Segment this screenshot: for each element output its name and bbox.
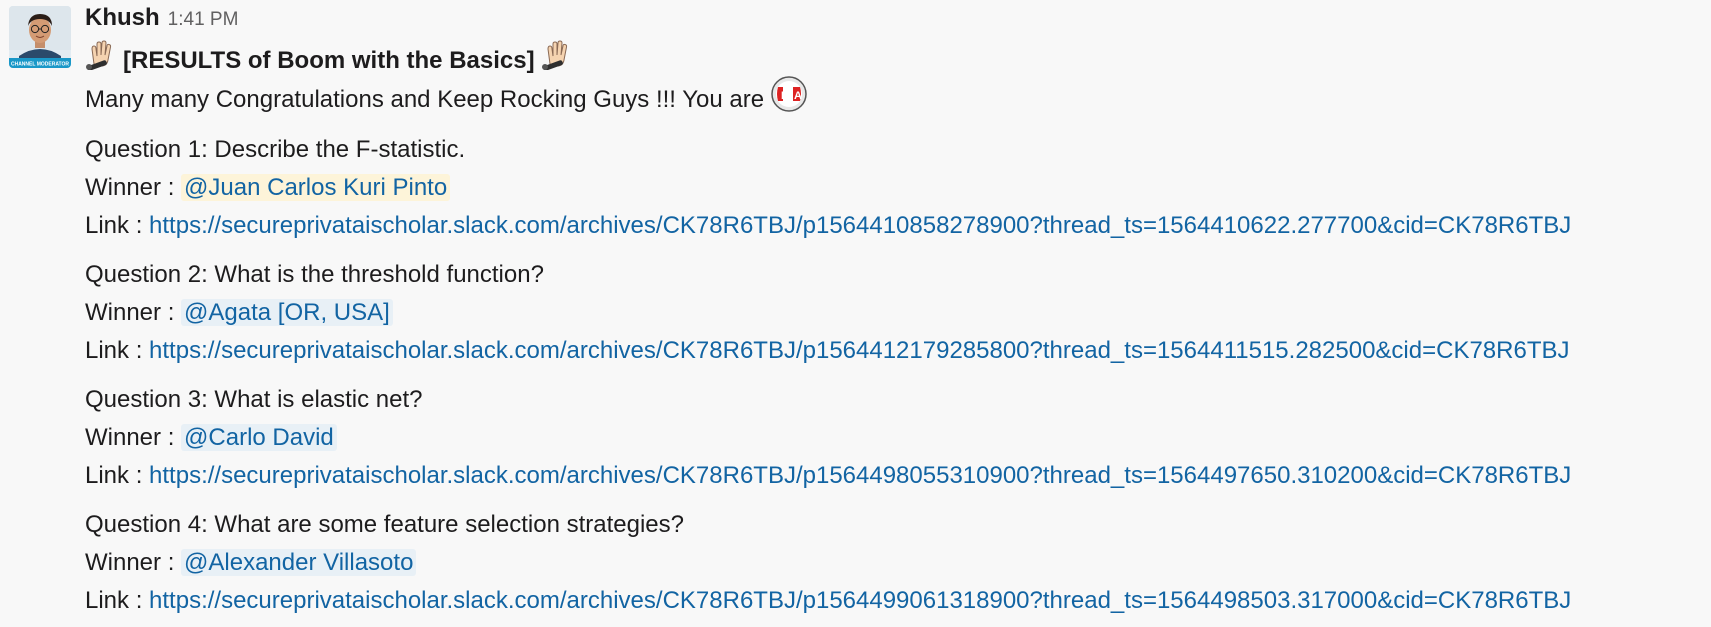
thread-link[interactable]: https://secureprivataischolar.slack.com/…	[149, 462, 1571, 489]
svg-text:A: A	[794, 90, 802, 102]
message: CHANNEL MODERATOR Khush 1:41 PM [RESULTS…	[0, 0, 1711, 627]
link-label: Link :	[85, 462, 150, 489]
intro-text: Many many Congratulations and Keep Rocki…	[85, 86, 765, 113]
link-line: Link : https://secureprivataischolar.sla…	[85, 332, 1701, 370]
avatar-badge: CHANNEL MODERATOR	[11, 62, 69, 68]
avatar[interactable]: CHANNEL MODERATOR	[9, 6, 71, 68]
link-line: Link : https://secureprivataischolar.sla…	[85, 457, 1701, 495]
message-content: Khush 1:41 PM [RESULTS of Boom with the …	[85, 0, 1701, 620]
thread-link[interactable]: https://secureprivataischolar.slack.com/…	[149, 587, 1571, 614]
link-label: Link :	[85, 587, 150, 614]
question-block: Question 4: What are some feature select…	[85, 506, 1701, 620]
winner-line: Winner : @Carlo David	[85, 419, 1701, 457]
winner-label: Winner :	[85, 424, 182, 451]
link-line: Link : https://secureprivataischolar.sla…	[85, 207, 1701, 245]
sender-name[interactable]: Khush	[85, 4, 160, 32]
question-text: Question 4: What are some feature select…	[85, 511, 684, 538]
raised-hand-icon	[85, 40, 117, 82]
ea-ball-icon: E A	[770, 75, 808, 125]
question-text: Question 3: What is elastic net?	[85, 386, 423, 413]
message-title: [RESULTS of Boom with the Basics]	[85, 40, 1701, 82]
message-header: Khush 1:41 PM	[85, 0, 1701, 42]
link-label: Link :	[85, 212, 150, 239]
svg-text:E: E	[781, 90, 788, 102]
question-block: Question 3: What is elastic net? Winner …	[85, 381, 1701, 495]
winner-label: Winner :	[85, 549, 182, 576]
question-block: Question 1: Describe the F-statistic. Wi…	[85, 131, 1701, 245]
link-line: Link : https://secureprivataischolar.sla…	[85, 582, 1701, 620]
question-text: Question 2: What is the threshold functi…	[85, 261, 544, 288]
user-mention[interactable]: @Alexander Villasoto	[181, 549, 417, 576]
winner-line: Winner : @Alexander Villasoto	[85, 544, 1701, 582]
winner-label: Winner :	[85, 299, 182, 326]
user-mention[interactable]: @Agata [OR, USA]	[181, 299, 393, 326]
user-mention[interactable]: @Carlo David	[181, 424, 337, 451]
raised-hand-icon	[541, 40, 573, 82]
title-text: [RESULTS of Boom with the Basics]	[123, 47, 535, 74]
winner-line: Winner : @Agata [OR, USA]	[85, 294, 1701, 332]
question-block: Question 2: What is the threshold functi…	[85, 256, 1701, 370]
winner-line: Winner : @Juan Carlos Kuri Pinto	[85, 169, 1701, 207]
user-mention[interactable]: @Juan Carlos Kuri Pinto	[181, 174, 451, 201]
intro-line: Many many Congratulations and Keep Rocki…	[85, 76, 1701, 120]
avatar-image: CHANNEL MODERATOR	[9, 6, 71, 68]
message-timestamp[interactable]: 1:41 PM	[168, 9, 239, 31]
thread-link[interactable]: https://secureprivataischolar.slack.com/…	[149, 337, 1569, 364]
thread-link[interactable]: https://secureprivataischolar.slack.com/…	[149, 212, 1571, 239]
winner-label: Winner :	[85, 174, 182, 201]
question-text: Question 1: Describe the F-statistic.	[85, 136, 466, 163]
link-label: Link :	[85, 337, 150, 364]
